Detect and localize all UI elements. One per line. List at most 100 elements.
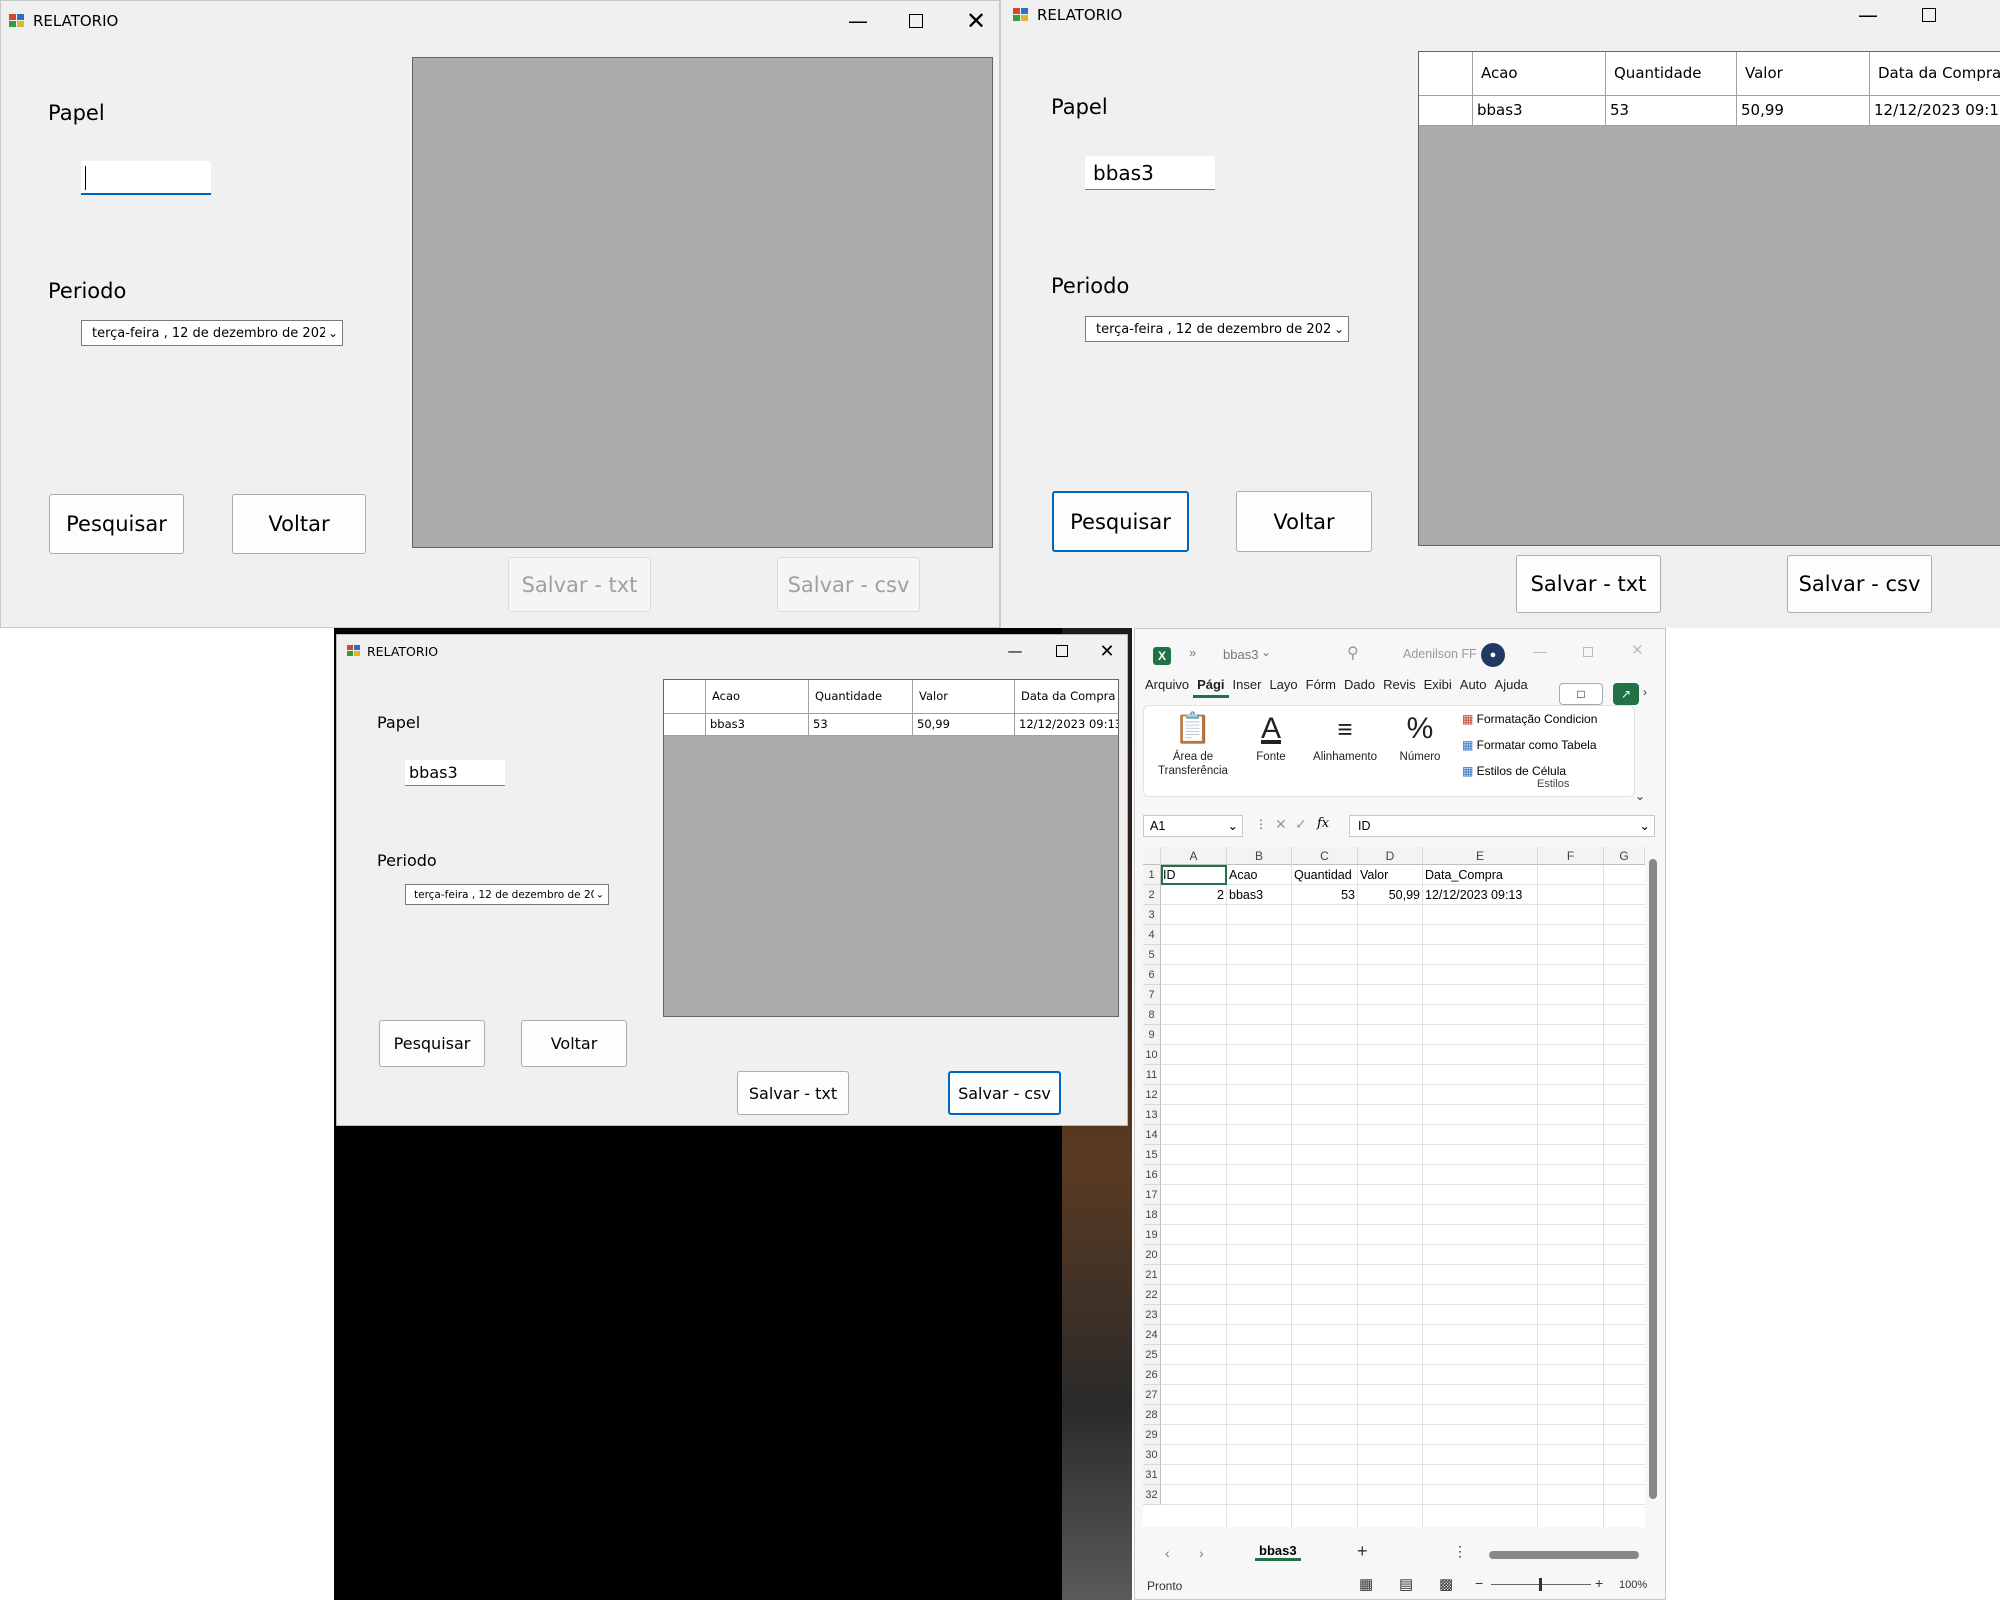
column-header-f[interactable]: F — [1538, 847, 1604, 865]
salvar-txt-button[interactable]: Salvar - txt — [737, 1071, 849, 1115]
salvar-txt-button[interactable]: Salvar - txt — [508, 557, 651, 612]
cell-acao[interactable]: bbas3 — [706, 714, 809, 736]
tab-layout[interactable]: Layo — [1265, 673, 1301, 695]
row-header[interactable]: 23 — [1143, 1305, 1161, 1325]
add-sheet-icon[interactable]: + — [1357, 1541, 1368, 1562]
maximize-icon[interactable] — [1907, 0, 1951, 30]
page-break-icon[interactable]: ▩ — [1439, 1575, 1453, 1593]
insert-function-icon[interactable]: fx — [1317, 816, 1329, 831]
close-icon[interactable]: ✕ — [1631, 641, 1644, 659]
search-icon[interactable]: ⚲ — [1347, 643, 1359, 663]
row-header[interactable]: 6 — [1143, 965, 1161, 985]
row-header[interactable]: 12 — [1143, 1085, 1161, 1105]
row-header[interactable]: 27 — [1143, 1385, 1161, 1405]
cell-acao[interactable]: bbas3 — [1473, 96, 1606, 126]
chevron-down-icon[interactable]: ⌄ — [1261, 645, 1271, 659]
zoom-slider-thumb[interactable] — [1539, 1578, 1542, 1591]
cell-valor[interactable]: 50,99 — [913, 714, 1015, 736]
chevron-down-icon[interactable]: ⌄ — [1228, 816, 1238, 836]
chevron-down-icon[interactable]: ⌄ — [593, 889, 604, 900]
tab-inserir[interactable]: Inser — [1229, 673, 1266, 695]
cell-b2[interactable]: bbas3 — [1227, 885, 1292, 905]
pesquisar-button[interactable]: Pesquisar — [379, 1020, 485, 1067]
results-grid[interactable]: Acao Quantidade Valor Data da Compra bba… — [1418, 51, 2000, 546]
tab-exibir[interactable]: Exibi — [1420, 673, 1456, 695]
row-header[interactable]: 8 — [1143, 1005, 1161, 1025]
column-header-b[interactable]: B — [1227, 847, 1292, 865]
voltar-button[interactable]: Voltar — [521, 1020, 627, 1067]
page-layout-icon[interactable]: ▤ — [1399, 1575, 1413, 1593]
voltar-button[interactable]: Voltar — [232, 494, 366, 554]
column-header[interactable]: Quantidade — [1606, 52, 1737, 96]
cell-b1[interactable]: Acao — [1227, 865, 1292, 885]
column-header[interactable]: Quantidade — [809, 680, 913, 714]
tab-dados[interactable]: Dado — [1340, 673, 1379, 695]
column-header-g[interactable]: G — [1604, 847, 1645, 865]
row-header[interactable]: 32 — [1143, 1485, 1161, 1505]
tab-arquivo[interactable]: Arquivo — [1141, 673, 1193, 695]
row-header[interactable]: 9 — [1143, 1025, 1161, 1045]
row-header[interactable]: 4 — [1143, 925, 1161, 945]
chevron-down-icon[interactable]: ⌄ — [1330, 322, 1344, 336]
cell-c1[interactable]: Quantidad — [1292, 865, 1358, 885]
salvar-txt-button[interactable]: Salvar - txt — [1516, 555, 1661, 613]
minimize-icon[interactable]: — — [997, 635, 1033, 667]
tab-pagina-inicial[interactable]: Pági — [1193, 673, 1229, 698]
column-header[interactable]: Valor — [913, 680, 1015, 714]
cell-e1[interactable]: Data_Compra — [1423, 865, 1538, 885]
chevron-left-icon[interactable]: ‹ — [1165, 1545, 1170, 1561]
alignment-group[interactable]: ≡ Alinhamento — [1304, 710, 1386, 764]
normal-view-icon[interactable]: ▦ — [1359, 1575, 1373, 1593]
column-header-e[interactable]: E — [1423, 847, 1538, 865]
horizontal-scrollbar[interactable] — [1489, 1551, 1639, 1559]
salvar-csv-button[interactable]: Salvar - csv — [948, 1071, 1061, 1115]
column-header[interactable]: Acao — [706, 680, 809, 714]
font-group[interactable]: A Fonte — [1246, 710, 1296, 764]
more-options-icon[interactable]: ⋮ — [1255, 817, 1267, 831]
voltar-button[interactable]: Voltar — [1236, 491, 1372, 552]
number-group[interactable]: % Número — [1390, 710, 1450, 764]
comments-icon[interactable]: □ — [1559, 683, 1603, 705]
formula-input[interactable]: ID ⌄ — [1349, 815, 1655, 837]
row-header[interactable]: 24 — [1143, 1325, 1161, 1345]
column-header[interactable]: Acao — [1473, 52, 1606, 96]
minimize-icon[interactable]: — — [1846, 0, 1890, 30]
row-header[interactable]: 22 — [1143, 1285, 1161, 1305]
more-options-icon[interactable]: ⋮ — [1453, 1543, 1467, 1560]
row-header[interactable]: 11 — [1143, 1065, 1161, 1085]
column-header[interactable]: Data da Compra — [1870, 52, 2000, 96]
table-row[interactable]: bbas3 53 50,99 12/12/2023 09:13 — [664, 714, 1118, 736]
cell-data-compra[interactable]: 12/12/2023 09:13 — [1870, 96, 2000, 126]
row-header[interactable]: 5 — [1143, 945, 1161, 965]
cancel-icon[interactable]: ✕ — [1275, 816, 1287, 833]
chevron-double-icon[interactable]: » — [1189, 645, 1196, 660]
column-header-d[interactable]: D — [1358, 847, 1423, 865]
row-header[interactable]: 2 — [1143, 885, 1161, 905]
spreadsheet-grid[interactable]: A B C D E F G 1 2 3 4 5 6 7 8 9 10 11 12 13 14 15 16 17 1… — [1143, 847, 1645, 1527]
column-header[interactable]: Valor — [1737, 52, 1870, 96]
sheet-tab[interactable]: bbas3 — [1255, 1543, 1301, 1561]
cell-quantidade[interactable]: 53 — [809, 714, 913, 736]
column-header[interactable]: Data da Compra — [1015, 680, 1118, 714]
row-header[interactable]: 14 — [1143, 1125, 1161, 1145]
row-header[interactable]: 28 — [1143, 1405, 1161, 1425]
name-box[interactable]: A1 ⌄ — [1143, 815, 1243, 837]
user-name[interactable]: Adenilson FF — [1403, 647, 1477, 661]
maximize-icon[interactable] — [894, 1, 938, 41]
tab-automatizar[interactable]: Auto — [1456, 673, 1491, 695]
results-grid[interactable] — [412, 57, 993, 548]
row-header[interactable]: 18 — [1143, 1205, 1161, 1225]
file-name[interactable]: bbas3 — [1223, 647, 1258, 662]
column-header-c[interactable]: C — [1292, 847, 1358, 865]
row-header[interactable]: 29 — [1143, 1425, 1161, 1445]
cell-styles-button[interactable]: ▦ Estilos de Célula — [1462, 764, 1566, 778]
column-header-a[interactable]: A — [1161, 847, 1227, 865]
row-header[interactable]: 26 — [1143, 1365, 1161, 1385]
cell-c2[interactable]: 53 — [1292, 885, 1358, 905]
tab-revisao[interactable]: Revis — [1379, 673, 1420, 695]
cell-valor[interactable]: 50,99 — [1737, 96, 1870, 126]
cell-e2[interactable]: 12/12/2023 09:13 — [1423, 885, 1538, 905]
salvar-csv-button[interactable]: Salvar - csv — [1787, 555, 1932, 613]
row-header[interactable] — [1419, 96, 1473, 126]
avatar[interactable]: ● — [1481, 643, 1505, 667]
